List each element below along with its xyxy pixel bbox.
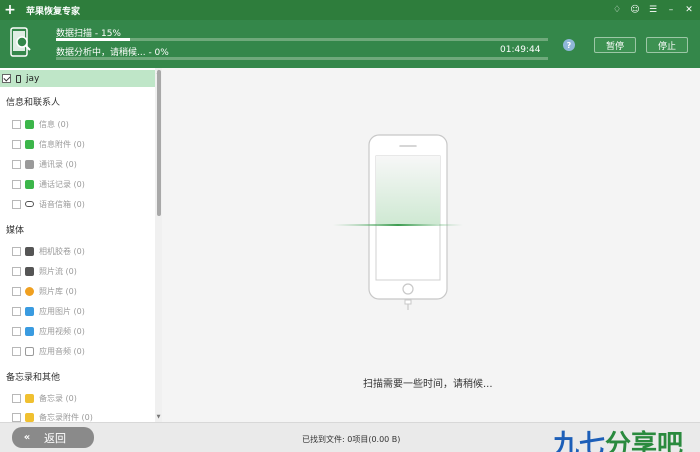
scan-line	[333, 224, 463, 226]
list-item-app-audio[interactable]: 应用音频 (0)	[12, 344, 85, 358]
item-label: 通话记录 (0)	[39, 179, 85, 189]
camera-icon	[25, 246, 34, 256]
app-title: 苹果恢复专家	[26, 6, 81, 17]
watermark-logo: 九七分享吧	[553, 424, 683, 452]
list-item-notes[interactable]: 备忘录 (0)	[12, 391, 77, 405]
sidebar-scroll-thumb[interactable]	[157, 70, 161, 216]
watermark-part-a: 九七	[553, 430, 606, 452]
stop-button[interactable]: 停止	[646, 37, 688, 53]
list-item-contacts[interactable]: 通讯录 (0)	[12, 157, 77, 171]
message-icon	[25, 119, 34, 129]
back-button-label: 返回	[44, 431, 66, 445]
back-button[interactable]: « 返回	[12, 427, 94, 448]
back-arrow-icon: «	[23, 432, 31, 443]
list-item-voicemail[interactable]: 语音信箱 (0)	[12, 197, 85, 211]
item-label: 照片库 (0)	[39, 286, 77, 296]
item-checkbox[interactable]	[12, 159, 21, 169]
list-item-notes-attachments[interactable]: 备忘录附件 (0)	[12, 410, 93, 422]
list-item-app-videos[interactable]: 应用视频 (0)	[12, 324, 85, 338]
close-icon[interactable]: ✕	[684, 5, 694, 15]
watermark-part-b: 分享吧	[605, 430, 684, 452]
window-controls: ♢ ☺ ☰ – ✕	[612, 0, 694, 20]
item-label: 备忘录附件 (0)	[39, 412, 93, 422]
photo-library-icon	[25, 286, 34, 296]
menu-icon[interactable]: ☰	[648, 5, 658, 15]
list-item-call-history[interactable]: 通话记录 (0)	[12, 177, 85, 191]
device-name: jay	[26, 73, 40, 84]
found-files-status: 已找到文件: 0项目(0.00 B)	[302, 435, 401, 444]
voicemail-icon	[25, 201, 34, 207]
phone-call-icon	[25, 179, 34, 189]
iphone-icon	[16, 74, 21, 83]
notes-attachment-icon	[25, 412, 34, 422]
category-title-media: 媒体	[6, 226, 25, 236]
progress-header: 数据扫描 - 15% 数据分析中，请稍候... - 0% 01:49:44 ? …	[0, 20, 700, 68]
item-checkbox[interactable]	[12, 199, 21, 209]
category-sidebar: jay 信息和联系人 信息 (0) 信息附件 (0) 通讯录 (0) 通话记录 …	[0, 68, 162, 422]
elapsed-timer: 01:49:44	[500, 45, 541, 55]
help-icon[interactable]: ?	[563, 39, 575, 51]
item-checkbox[interactable]	[12, 393, 21, 403]
item-label: 照片流 (0)	[39, 266, 77, 276]
diamond-icon[interactable]: ♢	[612, 5, 622, 15]
category-title-messages-contacts: 信息和联系人	[6, 98, 61, 108]
list-item-message-attachments[interactable]: 信息附件 (0)	[12, 137, 85, 151]
scan-wait-message: 扫描需要一些时间，请稍候...	[363, 379, 493, 390]
app-photo-icon	[25, 306, 34, 316]
item-checkbox[interactable]	[12, 326, 21, 336]
list-item-messages[interactable]: 信息 (0)	[12, 117, 69, 131]
device-row[interactable]: jay	[0, 70, 155, 87]
footer-bar: « 返回 已找到文件: 0项目(0.00 B) 九七分享吧	[0, 422, 700, 452]
item-checkbox[interactable]	[12, 266, 21, 276]
title-bar: + 苹果恢复专家 ♢ ☺ ☰ – ✕	[0, 0, 700, 20]
app-logo-icon: +	[4, 2, 16, 18]
app-video-icon	[25, 326, 34, 336]
item-label: 通讯录 (0)	[39, 159, 77, 169]
item-label: 应用音频 (0)	[39, 346, 85, 356]
phone-scan-icon	[10, 27, 31, 57]
notes-icon	[25, 393, 34, 403]
app-audio-icon	[25, 346, 34, 356]
item-label: 备忘录 (0)	[39, 393, 77, 403]
item-label: 相机胶卷 (0)	[39, 246, 85, 256]
item-checkbox[interactable]	[12, 179, 21, 189]
item-label: 应用图片 (0)	[39, 306, 85, 316]
category-title-notes-other: 备忘录和其他	[6, 373, 61, 383]
item-checkbox[interactable]	[12, 346, 21, 356]
analyze-progress-bar	[56, 57, 548, 60]
message-attachment-icon	[25, 139, 34, 149]
scroll-down-arrow-icon[interactable]: ▼	[155, 413, 162, 421]
item-checkbox[interactable]	[12, 412, 21, 422]
minimize-icon[interactable]: –	[666, 5, 676, 15]
item-label: 应用视频 (0)	[39, 326, 85, 336]
item-checkbox[interactable]	[12, 139, 21, 149]
list-item-photo-stream[interactable]: 照片流 (0)	[12, 264, 77, 278]
scan-progress-fill	[56, 38, 130, 41]
device-checkbox[interactable]	[2, 74, 11, 83]
item-checkbox[interactable]	[12, 246, 21, 256]
list-item-app-photos[interactable]: 应用图片 (0)	[12, 304, 85, 318]
scan-main-area: 扫描需要一些时间，请稍候...	[163, 68, 700, 422]
item-label: 语音信箱 (0)	[39, 199, 85, 209]
list-item-photo-library[interactable]: 照片库 (0)	[12, 284, 77, 298]
list-item-camera-roll[interactable]: 相机胶卷 (0)	[12, 244, 85, 258]
photostream-icon	[25, 266, 34, 276]
contacts-icon	[25, 159, 34, 169]
item-checkbox[interactable]	[12, 306, 21, 316]
pause-button[interactable]: 暂停	[594, 37, 636, 53]
item-label: 信息附件 (0)	[39, 139, 85, 149]
item-checkbox[interactable]	[12, 286, 21, 296]
scan-progress-bar	[56, 38, 548, 41]
item-checkbox[interactable]	[12, 119, 21, 129]
feedback-icon[interactable]: ☺	[630, 5, 640, 15]
item-label: 信息 (0)	[39, 119, 69, 129]
